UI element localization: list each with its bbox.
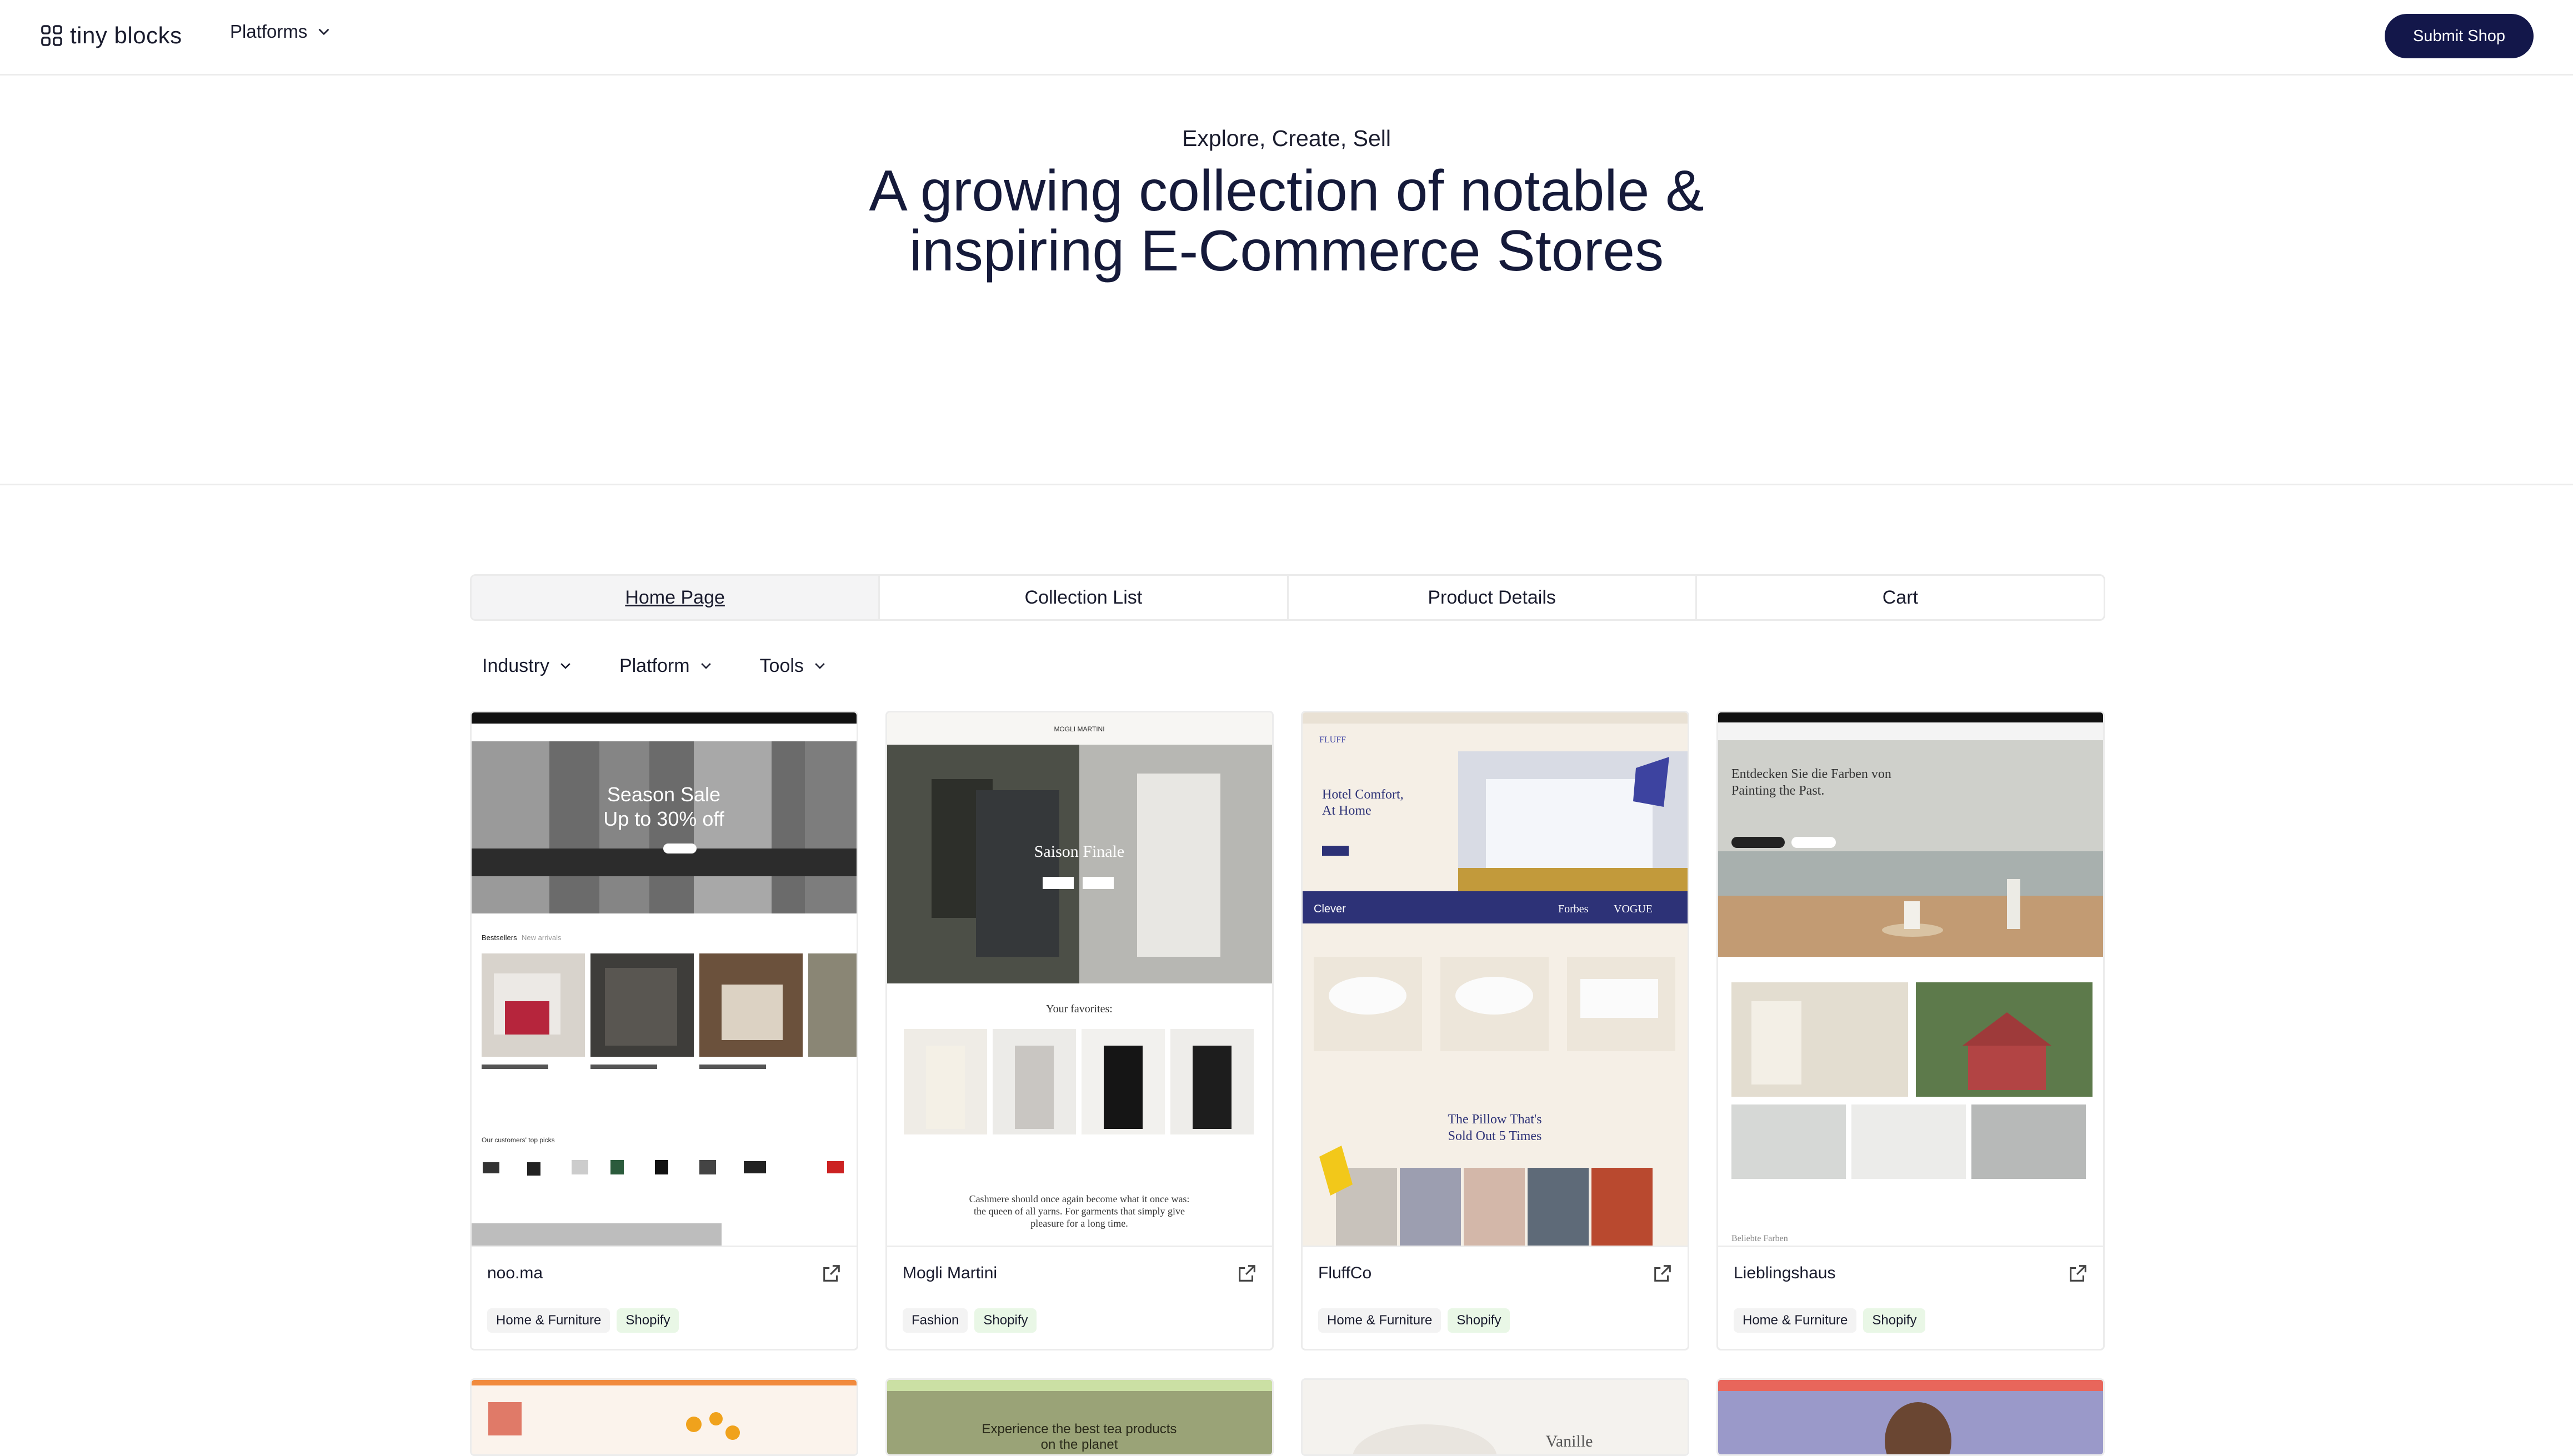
shop-tags: Home & Furniture Shopify — [1734, 1308, 1932, 1333]
shop-screenshot — [1718, 1380, 2103, 1454]
mogli-hero-text: Saison Finale — [1034, 842, 1125, 861]
shop-card-mogli-martini[interactable]: MOGLI MARTINI Saison Finale Your favorit… — [885, 711, 1274, 1350]
hero-title-line-1: A growing collection of notable & — [869, 159, 1704, 223]
vanille-text: Vanille — [1546, 1432, 1593, 1450]
platform-tag[interactable]: Shopify — [974, 1308, 1037, 1333]
chevron-down-icon — [318, 28, 329, 36]
platform-tag[interactable]: Shopify — [617, 1308, 679, 1333]
shop-card-noo-ma[interactable]: Season Sale Up to 30% off Bestsellers Ne… — [470, 711, 858, 1350]
shop-card-next-2[interactable]: Experience the best tea products on the … — [885, 1378, 1274, 1456]
platform-filter-label: Platform — [619, 655, 690, 676]
industry-tag[interactable]: Home & Furniture — [1734, 1308, 1857, 1333]
shop-tags: Fashion Shopify — [903, 1308, 1043, 1333]
shop-name[interactable]: Mogli Martini — [903, 1264, 997, 1283]
tools-filter[interactable]: Tools — [748, 649, 839, 683]
external-link-icon[interactable] — [821, 1263, 842, 1284]
lieb-hero-1: Entdecken Sie die Farben von — [1731, 767, 1891, 781]
mogli-favorites: Your favorites: — [1046, 1003, 1113, 1015]
brand-logo[interactable]: tiny blocks — [41, 22, 182, 49]
tab-product-details[interactable]: Product Details — [1289, 576, 1697, 619]
fluff-promo-1: The Pillow That's — [1448, 1112, 1541, 1127]
shop-name[interactable]: noo.ma — [487, 1264, 543, 1283]
industry-tag[interactable]: Home & Furniture — [1318, 1308, 1441, 1333]
shop-tags: Home & Furniture Shopify — [487, 1308, 685, 1333]
shop-name[interactable]: Lieblingshaus — [1734, 1264, 1835, 1283]
shop-card-next-3[interactable]: Vanille — [1301, 1378, 1689, 1456]
noo-ma-top-picks: Our customers' top picks — [482, 1136, 555, 1144]
shop-card-footer: Lieblingshaus Home & Furniture Shopify — [1718, 1246, 2103, 1349]
page-type-tabs: Home Page Collection List Product Detail… — [470, 574, 2105, 621]
industry-tag[interactable]: Fashion — [903, 1308, 968, 1333]
submit-shop-button[interactable]: Submit Shop — [2385, 14, 2534, 58]
shop-screenshot: FLUFF Hotel Comfort, At Home Clever Forb… — [1303, 712, 1688, 1246]
industry-filter-label: Industry — [482, 655, 549, 676]
noo-ma-bestsellers: Bestsellers — [482, 933, 517, 942]
shop-card-next-4[interactable] — [1716, 1378, 2105, 1456]
hero-title-line-2: inspiring E-Commerce Stores — [909, 219, 1664, 283]
shop-screenshot: Experience the best tea products on the … — [887, 1380, 1272, 1454]
chevron-down-icon — [815, 663, 825, 669]
lieb-footer-text: Beliebte Farben — [1731, 1234, 1788, 1243]
shop-screenshot: Season Sale Up to 30% off Bestsellers Ne… — [472, 712, 857, 1246]
external-link-icon[interactable] — [2068, 1263, 2089, 1284]
chevron-down-icon — [700, 663, 711, 669]
mogli-quote-2: the queen of all yarns. For garments tha… — [974, 1206, 1185, 1217]
shop-name[interactable]: FluffCo — [1318, 1264, 1371, 1283]
mogli-quote-1: Cashmere should once again become what i… — [969, 1193, 1190, 1204]
noo-ma-banner-line-1: Season Sale — [607, 783, 720, 806]
fluff-hero-2: At Home — [1322, 804, 1371, 818]
shop-card-fluffco[interactable]: FLUFF Hotel Comfort, At Home Clever Forb… — [1301, 711, 1689, 1350]
tools-filter-label: Tools — [759, 655, 804, 676]
external-link-icon[interactable] — [1237, 1263, 1258, 1284]
external-link-icon[interactable] — [1652, 1263, 1673, 1284]
shop-screenshot: MOGLI MARTINI Saison Finale Your favorit… — [887, 712, 1272, 1246]
platform-tag[interactable]: Shopify — [1448, 1308, 1510, 1333]
mogli-quote-3: pleasure for a long time. — [1030, 1218, 1128, 1229]
grid-logo-icon — [41, 25, 62, 46]
tab-home-page[interactable]: Home Page — [472, 576, 880, 619]
hero-subtitle: Explore, Create, Sell — [1182, 125, 1391, 151]
shop-card-lieblingshaus[interactable]: Entdecken Sie die Farben von Painting th… — [1716, 711, 2105, 1350]
tab-cart[interactable]: Cart — [1697, 576, 2104, 619]
chevron-down-icon — [560, 663, 570, 669]
filter-bar: Industry Platform Tools — [470, 649, 862, 683]
fluff-promo-2: Sold Out 5 Times — [1448, 1129, 1542, 1143]
noo-ma-banner-line-2: Up to 30% off — [603, 807, 724, 830]
shop-screenshot — [472, 1380, 857, 1454]
fluff-press-3: VOGUE — [1614, 903, 1653, 915]
shop-card-footer: FluffCo Home & Furniture Shopify — [1303, 1246, 1688, 1349]
shop-card-next-1[interactable] — [470, 1378, 858, 1456]
shop-card-footer: noo.ma Home & Furniture Shopify — [472, 1246, 857, 1349]
brand-name: tiny blocks — [70, 22, 182, 48]
shop-screenshot: Entdecken Sie die Farben von Painting th… — [1718, 712, 2103, 1246]
shop-tags: Home & Furniture Shopify — [1318, 1308, 1516, 1333]
platform-filter[interactable]: Platform — [607, 649, 725, 683]
fluff-logo: FLUFF — [1319, 735, 1346, 745]
fluff-press-1: Clever — [1314, 903, 1346, 915]
industry-filter[interactable]: Industry — [470, 649, 585, 683]
lieb-hero-2: Painting the Past. — [1731, 784, 1824, 798]
fluff-press-2: Forbes — [1558, 903, 1589, 915]
fluff-hero-1: Hotel Comfort, — [1322, 787, 1404, 802]
platforms-dropdown[interactable]: Platforms — [230, 21, 332, 42]
hero-title: A growing collection of notable & inspir… — [0, 161, 2573, 281]
shop-screenshot: Vanille — [1303, 1380, 1688, 1454]
mogli-logo: MOGLI MARTINI — [1054, 725, 1104, 733]
noo-ma-new-arrivals: New arrivals — [522, 933, 562, 942]
platform-tag[interactable]: Shopify — [1863, 1308, 1926, 1333]
tab-collection-list[interactable]: Collection List — [880, 576, 1289, 619]
platforms-label: Platforms — [230, 21, 308, 42]
shop-card-footer: Mogli Martini Fashion Shopify — [887, 1246, 1272, 1349]
industry-tag[interactable]: Home & Furniture — [487, 1308, 610, 1333]
tea-headline: Experience the best tea products — [982, 1422, 1177, 1437]
top-nav-bar: tiny blocks Platforms Submit Shop — [0, 0, 2573, 76]
